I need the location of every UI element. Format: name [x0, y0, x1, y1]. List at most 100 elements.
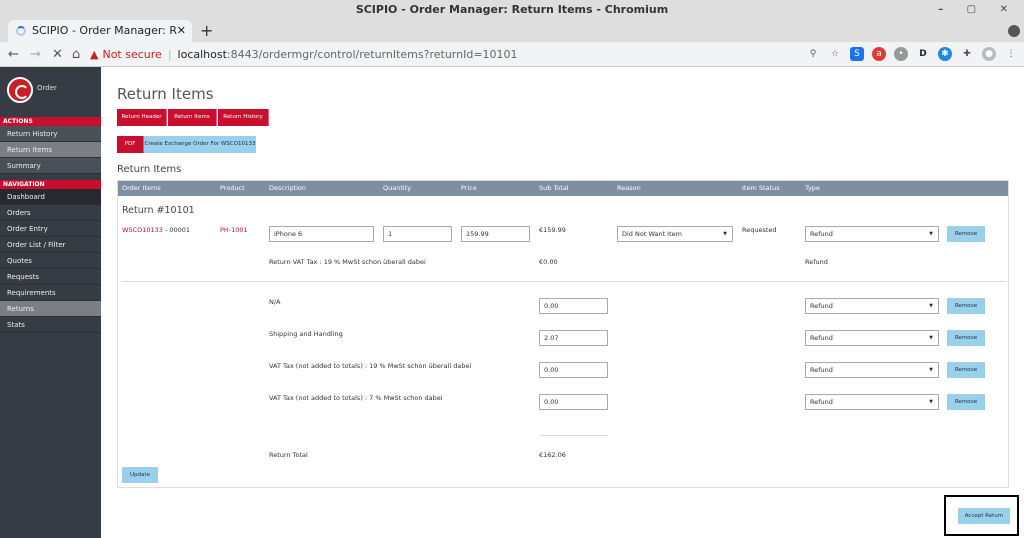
sidebar-item-quotes[interactable]: Quotes [0, 253, 101, 269]
return-total-label: Return Total [269, 451, 308, 459]
adjustment-amount-field[interactable]: 0.00 [539, 298, 608, 314]
col-order-items: Order Items [122, 184, 161, 192]
sidebar-item-requests[interactable]: Requests [0, 269, 101, 285]
tab-return-header[interactable]: Return Header [117, 109, 167, 126]
window-controls[interactable]: – ▢ ✕ [938, 0, 1018, 20]
sidebar: Order ACTIONS Return History Return Item… [0, 67, 101, 538]
extensions-area: ⚲ ☆ S a • D ✱ ✚ ● ⋮ [806, 47, 1018, 62]
adjustment-amount-field[interactable]: 0.00 [539, 362, 608, 378]
total-divider [539, 435, 608, 436]
adjustment-type-value: Refund [810, 366, 833, 374]
description-field[interactable]: iPhone 6 [269, 226, 374, 242]
logo[interactable]: Order [0, 67, 101, 117]
type-value: Refund [810, 230, 833, 238]
vat-type: Refund [805, 258, 828, 266]
product-id-link[interactable]: PH-1001 [220, 226, 248, 234]
extension-d-icon[interactable]: D [916, 47, 930, 61]
col-quantity: Quantity [383, 184, 412, 192]
reason-select[interactable]: Did Not Want Item ▼ [617, 226, 733, 242]
url-path: :8443/ordermgr/control/returnItems?retur… [226, 48, 518, 61]
dropdown-arrow-icon: ▼ [929, 303, 933, 309]
col-reason: Reason [617, 184, 641, 192]
adjustment-label: VAT Tax (not added to totals) : 19 % MwS… [269, 362, 472, 370]
sidebar-item-orders[interactable]: Orders [0, 205, 101, 221]
sidebar-item-dashboard[interactable]: Dashboard [0, 189, 101, 205]
navigation-header: NAVIGATION [0, 180, 101, 189]
sidebar-item-return-items[interactable]: Return Items [0, 142, 101, 158]
price-field[interactable]: 159.99 [461, 226, 530, 242]
url-field[interactable]: ▲ Not secure | localhost:8443/ordermgr/cont… [90, 45, 830, 64]
forward-icon[interactable]: → [30, 42, 41, 67]
adjustment-type-select[interactable]: Refund ▼ [805, 362, 939, 378]
adblock-icon[interactable]: a [872, 47, 886, 61]
adjustment-type-select[interactable]: Refund ▼ [805, 330, 939, 346]
adjustment-type-value: Refund [810, 398, 833, 406]
logo-label: Order [37, 84, 57, 92]
col-item-status: Item Status [742, 184, 780, 192]
extension-blue-icon[interactable]: ✱ [938, 47, 952, 61]
adjustment-amount-field[interactable]: 0.00 [539, 394, 608, 410]
tab-bar: SCIPIO - Order Manager: R ✕ + [0, 20, 1024, 42]
sidebar-item-stats[interactable]: Stats [0, 317, 101, 333]
item-subtotal: €159.99 [539, 226, 566, 234]
accept-return-button[interactable]: Accept Return [958, 508, 1010, 524]
window-title: SCIPIO - Order Manager: Return Items - C… [355, 3, 669, 16]
update-button[interactable]: Update [122, 467, 158, 483]
order-item-seq: - 00001 [162, 226, 191, 234]
remove-button[interactable]: Remove [947, 226, 985, 242]
loading-icon [16, 26, 26, 36]
sidebar-item-order-list[interactable]: Order List / Filter [0, 237, 101, 253]
app-root: Order ACTIONS Return History Return Item… [0, 67, 1024, 538]
home-icon[interactable]: ⌂ [72, 42, 80, 67]
adjustment-label: N/A [269, 298, 281, 306]
warning-icon: ▲ [90, 48, 99, 61]
tab-search-icon[interactable] [1008, 25, 1020, 37]
sidebar-item-requirements[interactable]: Requirements [0, 285, 101, 301]
order-id-link[interactable]: WSCO10133 [122, 226, 163, 234]
vat-label: Return VAT Tax : 19 % MwSt schon überall… [269, 258, 426, 266]
bookmark-star-icon[interactable]: ☆ [828, 47, 842, 61]
adjustment-remove-button[interactable]: Remove [947, 362, 985, 378]
type-select[interactable]: Refund ▼ [805, 226, 939, 242]
tab-return-history[interactable]: Return History [218, 109, 269, 126]
new-tab-button[interactable]: + [200, 20, 213, 42]
kebab-menu-icon[interactable]: ⋮ [1004, 47, 1018, 61]
browser-tab[interactable]: SCIPIO - Order Manager: R ✕ [8, 20, 192, 42]
tab-close-icon[interactable]: ✕ [177, 20, 186, 42]
sidebar-item-order-entry[interactable]: Order Entry [0, 221, 101, 237]
adjustment-remove-button[interactable]: Remove [947, 394, 985, 410]
puzzle-icon[interactable]: ✚ [960, 47, 974, 61]
scipio-logo-icon [7, 77, 33, 103]
adjustment-label: VAT Tax (not added to totals) : 7 % MwSt… [269, 394, 443, 402]
divider [122, 281, 1006, 282]
return-items-table: Order Items Product Description Quantity… [117, 180, 1009, 488]
sidebar-item-return-history[interactable]: Return History [0, 126, 101, 142]
stop-icon[interactable]: ✕ [52, 42, 63, 67]
extension-s-icon[interactable]: S [850, 47, 864, 61]
adjustment-type-select[interactable]: Refund ▼ [805, 394, 939, 410]
col-description: Description [269, 184, 307, 192]
reason-value: Did Not Want Item [622, 230, 682, 238]
col-price: Price [461, 184, 477, 192]
item-status: Requested [742, 226, 777, 234]
create-exchange-order-button[interactable]: Create Exchange Order For WSCO10133 [144, 136, 256, 153]
back-icon[interactable]: ← [8, 42, 19, 67]
adjustment-type-select[interactable]: Refund ▼ [805, 298, 939, 314]
adjustment-amount-field[interactable]: 2.07 [539, 330, 608, 346]
sidebar-item-returns[interactable]: Returns [0, 301, 101, 317]
tab-return-items[interactable]: Return Items [168, 109, 217, 126]
url-host: localhost [177, 48, 227, 61]
address-bar: ← → ✕ ⌂ ▲ Not secure | localhost:8443/order… [0, 42, 1024, 67]
dropdown-arrow-icon: ▼ [929, 231, 933, 237]
sidebar-item-summary[interactable]: Summary [0, 158, 101, 174]
adjustment-remove-button[interactable]: Remove [947, 298, 985, 314]
profile-avatar-icon[interactable]: ● [982, 47, 996, 61]
dropdown-arrow-icon: ▼ [723, 231, 727, 237]
pdf-button[interactable]: PDF [117, 136, 144, 153]
quantity-field[interactable]: 1 [383, 226, 452, 242]
zoom-icon[interactable]: ⚲ [806, 47, 820, 61]
actions-header: ACTIONS [0, 117, 101, 126]
adjustment-remove-button[interactable]: Remove [947, 330, 985, 346]
extension-gray-icon[interactable]: • [894, 47, 908, 61]
security-warning[interactable]: Not secure [102, 48, 161, 61]
